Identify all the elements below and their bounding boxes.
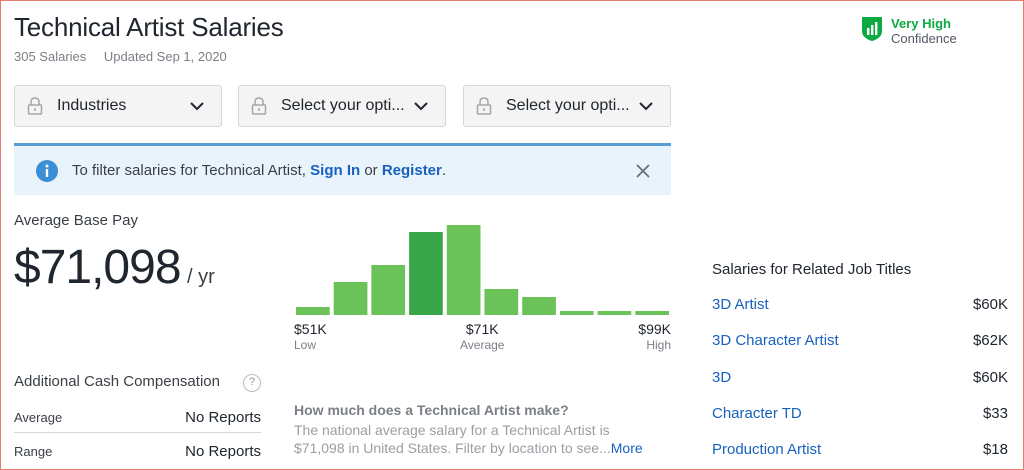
histogram-bar: [635, 311, 669, 315]
histogram-axis: $51K Low $71K Average $99K High: [294, 321, 671, 357]
row-label: Range: [14, 443, 53, 459]
histogram-bar: [296, 307, 330, 315]
average-salary-amount: $71,098: [14, 241, 182, 294]
salary-period: / yr: [187, 266, 215, 288]
related-job-salary: $62K: [972, 332, 1008, 349]
shield-bar-chart-icon: [862, 17, 882, 41]
tick-label: $99K: [638, 321, 671, 337]
dropdown-label: Industries: [57, 97, 127, 114]
more-link[interactable]: More: [611, 440, 643, 456]
lock-icon: [251, 97, 267, 115]
related-job-row: Production Artist $18: [712, 441, 1008, 458]
filter-dropdown-3[interactable]: Select your opti...: [463, 85, 671, 127]
dropdown-label: Select your opti...: [281, 97, 405, 114]
filter-dropdown-2[interactable]: Select your opti...: [238, 85, 446, 127]
axis-tick-high: $99K High: [638, 321, 671, 352]
axis-tick-low: $51K Low: [294, 321, 327, 352]
related-job-row: 3D $60K: [712, 369, 1008, 386]
banner-text: To filter salaries for Technical Artist,: [72, 162, 311, 179]
related-job-link[interactable]: 3D Artist: [712, 296, 769, 313]
register-link[interactable]: Register: [382, 162, 442, 179]
related-job-salary: $60K: [972, 296, 1008, 313]
page-meta: 305 Salaries Updated Sep 1, 2020: [14, 49, 227, 64]
related-job-link[interactable]: 3D: [712, 369, 731, 386]
salary-histogram: [296, 225, 669, 315]
sign-in-banner: To filter salaries for Technical Artist,…: [14, 143, 671, 195]
additional-cash-title: Additional Cash Compensation: [14, 373, 220, 390]
confidence-level: Very High: [891, 16, 951, 31]
faq-question: How much does a Technical Artist make?: [294, 402, 569, 418]
tick-label: $71K: [465, 321, 499, 337]
related-job-row: 3D Character Artist $62K: [712, 332, 1008, 349]
related-job-row: Character TD $33: [712, 405, 1008, 422]
tick-sublabel: Low: [294, 338, 317, 352]
chevron-down-icon: [190, 102, 204, 111]
help-icon[interactable]: ?: [243, 374, 261, 392]
chevron-down-icon: [639, 102, 653, 111]
related-job-salary: $60K: [972, 369, 1008, 386]
industries-dropdown[interactable]: Industries: [14, 85, 222, 127]
info-icon: [36, 159, 58, 182]
related-titles-heading: Salaries for Related Job Titles: [712, 261, 912, 278]
banner-text: .: [441, 162, 447, 179]
histogram-bar: [522, 297, 556, 315]
related-job-link[interactable]: Production Artist: [712, 441, 821, 458]
histogram-bar: [333, 282, 368, 315]
confidence-text: Very High Confidence: [891, 16, 957, 46]
sign-in-link[interactable]: Sign In: [310, 162, 360, 179]
related-job-salary: $33: [982, 405, 1008, 422]
axis-tick-average: $71K Average: [460, 321, 504, 352]
related-job-row: 3D Artist $60K: [712, 296, 1008, 313]
histogram-bar: [559, 311, 594, 315]
banner-text: or: [360, 162, 382, 179]
lock-icon: [27, 97, 43, 115]
chevron-down-icon: [414, 102, 428, 111]
histogram-bar: [446, 225, 481, 315]
additional-average-row: Average No Reports: [14, 403, 261, 433]
tick-sublabel: Average: [460, 338, 505, 352]
row-value: No Reports: [185, 442, 261, 460]
row-label: Average: [14, 410, 63, 425]
average-base-pay-label: Average Base Pay: [14, 212, 138, 229]
close-icon[interactable]: [635, 163, 651, 179]
histogram-bar: [597, 311, 632, 315]
histogram-bar: [409, 232, 443, 315]
additional-range-row: Range No Reports: [14, 436, 261, 466]
tick-label: $51K: [294, 321, 327, 337]
related-job-link[interactable]: 3D Character Artist: [712, 332, 839, 349]
dropdown-label: Select your opti...: [506, 97, 630, 114]
faq-answer: The national average salary for a Techni…: [294, 421, 664, 457]
lock-icon: [476, 97, 492, 115]
related-job-salary: $18: [982, 441, 1008, 458]
faq-answer-text: The national average salary for a Techni…: [294, 422, 611, 456]
row-value: No Reports: [185, 409, 261, 426]
histogram-bar: [484, 289, 519, 315]
histogram-bar: [371, 265, 406, 315]
tick-sublabel: High: [646, 338, 671, 352]
salary-count: 305 Salaries: [14, 49, 87, 64]
related-job-link[interactable]: Character TD: [712, 405, 802, 422]
updated-date: Updated Sep 1, 2020: [103, 49, 227, 64]
banner-message: To filter salaries for Technical Artist,…: [72, 162, 446, 179]
page-title: Technical Artist Salaries: [14, 12, 284, 42]
confidence-badge: Very High Confidence: [861, 16, 957, 46]
confidence-label: Confidence: [891, 31, 957, 46]
